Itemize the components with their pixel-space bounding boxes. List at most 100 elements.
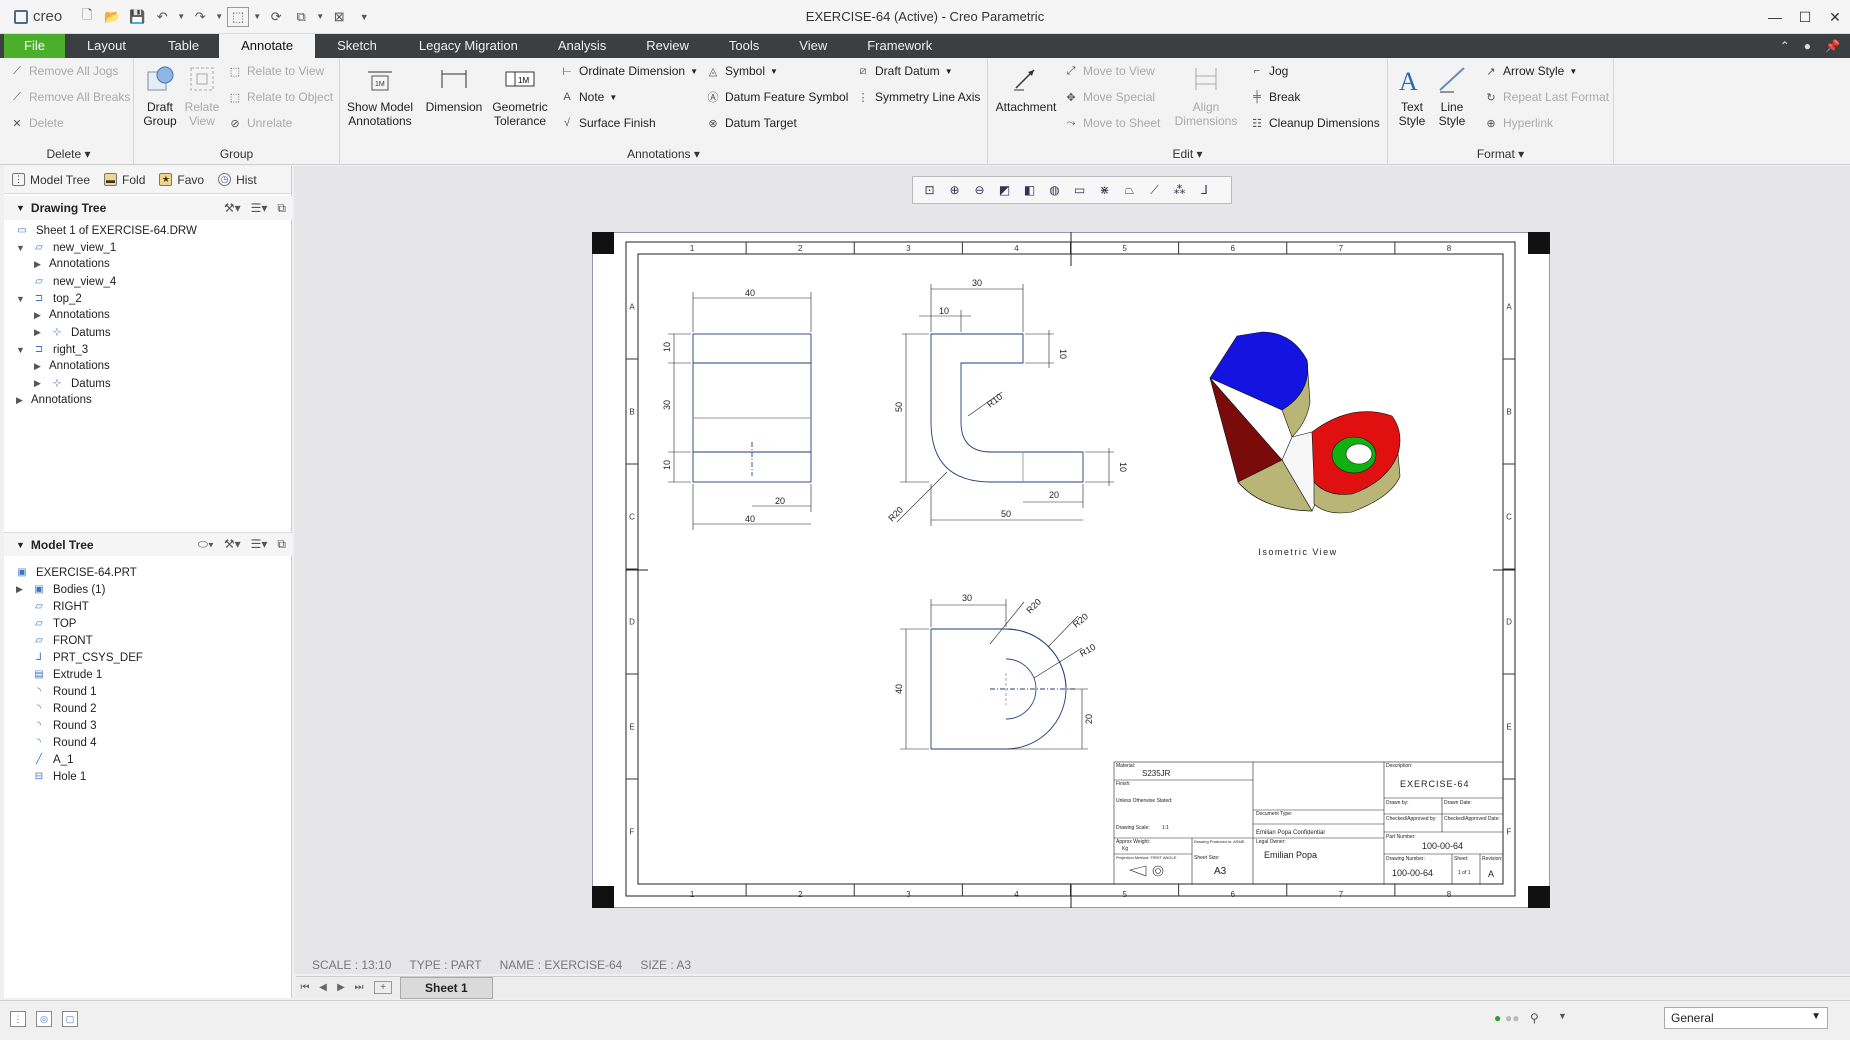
- jog-button[interactable]: ⌐ Jog: [1250, 64, 1289, 78]
- align-dimensions-button[interactable]: Align Dimensions: [1174, 62, 1238, 128]
- drawing-tree-settings-icon[interactable]: ⚒▾: [224, 201, 241, 216]
- show-navigator-icon[interactable]: ⋮: [10, 1011, 26, 1027]
- tab-favorites[interactable]: ★ Favo: [159, 173, 204, 187]
- tree-node-new-view-1[interactable]: ▼ ▱ new_view_1: [16, 241, 116, 254]
- model-tree-settings-icon[interactable]: ⚒▾: [224, 537, 241, 552]
- move-special-button[interactable]: ✥ Move Special: [1064, 90, 1155, 104]
- next-sheet-icon[interactable]: ▶: [332, 982, 350, 993]
- expand-icon[interactable]: ▶: [34, 310, 43, 321]
- tab-tools[interactable]: Tools: [709, 34, 779, 58]
- model-tree-display-icon[interactable]: ⬭▾: [198, 537, 214, 552]
- tab-history[interactable]: ◷ Hist: [218, 173, 257, 187]
- view-manager-icon[interactable]: ▭: [1069, 180, 1090, 200]
- save-icon[interactable]: 💾: [126, 7, 148, 27]
- break-button[interactable]: ╪ Break: [1250, 90, 1300, 104]
- tab-folder-browser[interactable]: ▬ Fold: [104, 173, 145, 187]
- prev-sheet-icon[interactable]: ◀: [314, 982, 332, 993]
- model-tree-filter-icon[interactable]: ⧉: [277, 537, 286, 552]
- dimension-button[interactable]: Dimension: [424, 62, 484, 114]
- relate-view-button[interactable]: Relate View: [182, 62, 222, 128]
- find-dropdown-icon[interactable]: ▼: [1558, 1011, 1567, 1021]
- expand-icon[interactable]: ▼: [16, 294, 25, 304]
- arrow-style-button[interactable]: ↗ Arrow Style ▼: [1484, 64, 1577, 78]
- note-button[interactable]: A Note ▼: [560, 90, 617, 104]
- tree-node-hole-1[interactable]: ⊟ Hole 1: [31, 770, 86, 783]
- tree-node-csys[interactable]: ⅃ PRT_CSYS_DEF: [31, 651, 143, 664]
- tree-node-round-4[interactable]: ◝ Round 4: [31, 736, 96, 749]
- geometric-tolerance-button[interactable]: 1M Geometric Tolerance: [488, 62, 552, 128]
- move-to-view-button[interactable]: ⤢ Move to View: [1064, 64, 1155, 78]
- full-screen-icon[interactable]: ▢: [62, 1011, 78, 1027]
- collapse-ribbon-icon[interactable]: ⌃: [1780, 34, 1790, 58]
- tab-annotate[interactable]: Annotate: [219, 34, 316, 58]
- drawing-sheet[interactable]: 1 1 2 2 3 3 4 4 5 5 6 6 7 7 8 8 A A B B C C D D E E F F 40 10 30 10…: [592, 232, 1550, 908]
- relate-to-object-button[interactable]: ⬚ Relate to Object: [228, 90, 333, 104]
- first-sheet-icon[interactable]: ⏮: [296, 982, 314, 993]
- draft-group-button[interactable]: Draft Group: [140, 62, 180, 128]
- select-box-icon[interactable]: ⬚: [227, 6, 250, 27]
- csys-display-icon[interactable]: ⅃: [1194, 180, 1215, 200]
- find-icon[interactable]: ⚲: [1530, 1011, 1539, 1025]
- symmetry-line-axis-button[interactable]: ⋮ Symmetry Line Axis: [856, 90, 981, 104]
- zoom-out-icon[interactable]: ⊖: [969, 180, 990, 200]
- remove-all-breaks-button[interactable]: ⟋ Remove All Breaks: [10, 90, 130, 104]
- help-icon[interactable]: ●: [1804, 34, 1811, 58]
- annotations-group-label[interactable]: Annotations ▾: [340, 147, 987, 161]
- tree-node-right[interactable]: ▱ RIGHT: [31, 600, 89, 613]
- tree-node-round-1[interactable]: ◝ Round 1: [31, 685, 96, 698]
- display-style-icon[interactable]: ◧: [1019, 180, 1040, 200]
- model-tree-show-icon[interactable]: ☰▾: [251, 537, 268, 552]
- tree-node-bodies[interactable]: ▶ ▣ Bodies (1): [16, 583, 105, 596]
- drawing-tree-collapse-icon[interactable]: ▼: [16, 203, 25, 213]
- tree-node-annotations-root[interactable]: ▶ Annotations: [16, 394, 92, 406]
- pin-icon[interactable]: 📌: [1825, 34, 1840, 58]
- drawing-tree-filter-icon[interactable]: ⧉: [277, 201, 286, 216]
- datum-display-icon[interactable]: ⋇: [1094, 180, 1115, 200]
- add-sheet-icon[interactable]: +: [374, 981, 392, 994]
- line-style-button[interactable]: Line Style: [1434, 62, 1470, 128]
- annotation-display-icon[interactable]: ⏢: [1119, 180, 1140, 200]
- refit-icon[interactable]: ⊡: [919, 180, 940, 200]
- delete-button[interactable]: ✕ Delete: [10, 116, 63, 130]
- tree-node-round-3[interactable]: ◝ Round 3: [31, 719, 96, 732]
- customize-qat-icon[interactable]: ▼: [353, 7, 375, 27]
- relate-to-view-button[interactable]: ⬚ Relate to View: [228, 64, 324, 78]
- tree-node-front[interactable]: ▱ FRONT: [31, 634, 92, 647]
- surface-finish-button[interactable]: √ Surface Finish: [560, 116, 656, 130]
- maximize-icon[interactable]: ☐: [1790, 0, 1820, 34]
- last-sheet-icon[interactable]: ⏭: [350, 982, 368, 993]
- tree-node-annotations[interactable]: ▶ Annotations: [34, 360, 110, 372]
- close-window-icon[interactable]: ⊠: [328, 7, 350, 27]
- tab-file[interactable]: File: [4, 34, 65, 58]
- regenerate-icon[interactable]: ⟳: [265, 7, 287, 27]
- tree-node-right-3[interactable]: ▼ ⊐ right_3: [16, 343, 88, 356]
- sheet-tab[interactable]: Sheet 1: [400, 976, 493, 999]
- undo-dropdown-icon[interactable]: ▼: [176, 7, 186, 27]
- tab-review[interactable]: Review: [626, 34, 709, 58]
- close-icon[interactable]: ✕: [1820, 0, 1850, 34]
- tab-model-tree[interactable]: ⋮ Model Tree: [12, 173, 90, 187]
- minimize-icon[interactable]: —: [1760, 0, 1790, 34]
- expand-icon[interactable]: ▶: [34, 259, 43, 270]
- selection-filter[interactable]: General ▼: [1664, 1007, 1828, 1029]
- tree-node-annotations[interactable]: ▶ Annotations: [34, 258, 110, 270]
- drawing-tree-show-icon[interactable]: ☰▾: [251, 201, 268, 216]
- redo-dropdown-icon[interactable]: ▼: [214, 7, 224, 27]
- tree-node-axis-a1[interactable]: ╱ A_1: [31, 753, 73, 766]
- windows-icon[interactable]: ⧉: [290, 7, 312, 27]
- tree-node-datums[interactable]: ▶ ⊹ Datums: [34, 326, 111, 339]
- tree-node-top-2[interactable]: ▼ ⊐ top_2: [16, 292, 82, 305]
- tree-node-datums[interactable]: ▶ ⊹ Datums: [34, 377, 111, 390]
- tree-node-round-2[interactable]: ◝ Round 2: [31, 702, 96, 715]
- draft-datum-button[interactable]: ⧄ Draft Datum ▼: [856, 64, 953, 78]
- tab-framework[interactable]: Framework: [847, 34, 952, 58]
- expand-icon[interactable]: ▶: [34, 327, 43, 338]
- point-display-icon[interactable]: ⁂: [1169, 180, 1190, 200]
- tab-legacy-migration[interactable]: Legacy Migration: [399, 34, 538, 58]
- tree-node-annotations[interactable]: ▶ Annotations: [34, 309, 110, 321]
- tree-node-part[interactable]: ▣ EXERCISE-64.PRT: [14, 566, 137, 579]
- open-folder-icon[interactable]: 📂: [101, 7, 123, 27]
- tab-layout[interactable]: Layout: [65, 34, 148, 58]
- move-to-sheet-button[interactable]: ⤳ Move to Sheet: [1064, 116, 1161, 130]
- delete-group-label[interactable]: Delete ▾: [4, 147, 133, 161]
